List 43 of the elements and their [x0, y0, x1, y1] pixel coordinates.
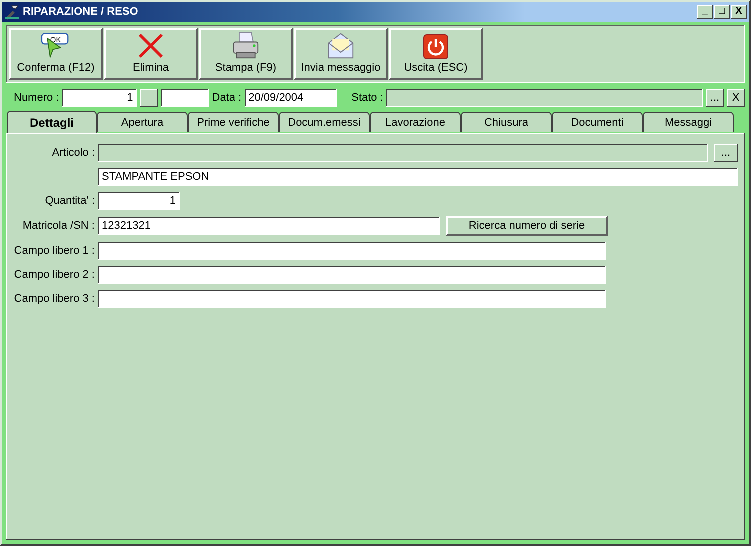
- stato-label: Stato :: [352, 92, 384, 104]
- tab[interactable]: Documenti: [552, 112, 643, 132]
- toolbar-button[interactable]: Uscita (ESC): [389, 28, 483, 80]
- data-label: Data :: [212, 92, 242, 104]
- tab[interactable]: Messaggi: [643, 112, 734, 132]
- maximize-button[interactable]: □: [714, 5, 730, 19]
- quantity-field[interactable]: 1: [98, 192, 180, 210]
- tab[interactable]: Apertura: [97, 112, 188, 132]
- quantita-label: Quantita' :: [44, 195, 95, 207]
- number-field[interactable]: 1: [62, 89, 138, 107]
- tab[interactable]: Chiusura: [461, 112, 552, 132]
- description-field[interactable]: STAMPANTE EPSON: [98, 168, 738, 186]
- small-button[interactable]: [140, 89, 158, 107]
- toolbar-button[interactable]: Stampa (F9): [199, 28, 293, 80]
- browse-button[interactable]: ...: [714, 144, 738, 162]
- campo-label: Campo libero 1 :: [13, 245, 95, 257]
- numero-label: Numero :: [14, 92, 60, 104]
- tab[interactable]: Docum.emessi: [279, 112, 370, 132]
- articolo-label: Articolo :: [51, 147, 95, 159]
- browse-button[interactable]: ...: [706, 89, 724, 107]
- tab[interactable]: Lavorazione: [370, 112, 461, 132]
- toolbar-button[interactable]: Elimina: [104, 28, 198, 80]
- delete-icon: [137, 32, 165, 60]
- free-field[interactable]: [98, 266, 606, 284]
- power-icon: [423, 34, 449, 60]
- free-field[interactable]: [98, 290, 606, 308]
- close-button[interactable]: X: [731, 5, 747, 19]
- minimize-button[interactable]: _: [697, 5, 713, 19]
- toolbar-button[interactable]: Invia messaggio: [294, 28, 388, 80]
- campo-label: Campo libero 3 :: [13, 293, 95, 305]
- tab[interactable]: Prime verifiche: [188, 112, 279, 132]
- matricola-label: Matricola /SN :: [22, 220, 95, 232]
- clear-button[interactable]: X: [727, 89, 745, 107]
- campo-label: Campo libero 2 :: [13, 269, 95, 281]
- date-field[interactable]: 20/09/2004: [244, 89, 337, 107]
- window-title: RIPARAZIONE / RESO: [23, 6, 140, 18]
- free-field[interactable]: [98, 242, 606, 260]
- status-field[interactable]: [386, 89, 703, 107]
- suffix-field[interactable]: [161, 89, 210, 107]
- tab[interactable]: Dettagli: [7, 111, 97, 133]
- tools-icon: [4, 4, 20, 20]
- search-serial-button[interactable]: Ricerca numero di serie: [446, 216, 608, 236]
- serial-field[interactable]: 12321321: [98, 217, 440, 235]
